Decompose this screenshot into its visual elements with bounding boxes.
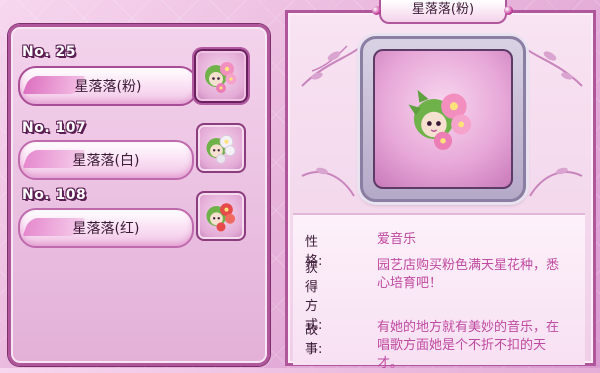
personality-value: 爱音乐 — [377, 232, 417, 247]
flower-sprite-icon — [205, 62, 237, 93]
story-label: 故事: — [305, 323, 323, 357]
list-item-name: 星落落(红) — [72, 221, 140, 237]
detail-title: 星落落(粉) — [379, 0, 507, 24]
obtain-value-line2: 心培育吧！ — [377, 276, 443, 291]
info-box: 性格: 爱音乐 获得方式: 园艺店购买粉色满天星花种，悉 心培育吧！ 故事: 有… — [293, 213, 585, 371]
list-item-xingluoluo-white[interactable]: 星落落(白) — [18, 140, 194, 180]
list-item-xingluoluo-pink[interactable]: 星落落(粉) — [18, 66, 198, 106]
flower-sprite-icon — [206, 203, 236, 232]
list-item-name: 星落落(粉) — [74, 79, 142, 95]
item-number-label: No. 107 — [22, 120, 87, 136]
item-number-label: No. 25 — [22, 44, 77, 60]
thumbnail-red-flower-sprite[interactable] — [196, 191, 246, 241]
list-item-name: 星落落(白) — [72, 153, 140, 169]
thumbnail-pink-flower-sprite[interactable] — [194, 49, 248, 103]
story-value-line3: 才。 — [377, 356, 404, 371]
portrait-background — [373, 49, 513, 189]
flower-sprite-icon — [206, 134, 236, 164]
obtain-value-line1: 园艺店购买粉色满天星花种，悉 — [377, 258, 560, 273]
story-value-line1: 有她的地方就有美妙的音乐，在 — [377, 320, 560, 335]
tab-ornament-left — [372, 6, 381, 15]
story-value-line2: 唱歌方面她是个不折不扣的天 — [377, 338, 547, 353]
portrait-frame — [360, 36, 526, 202]
flower-sprite-portrait — [408, 89, 472, 150]
tab-ornament-right — [504, 6, 513, 15]
thumbnail-white-flower-sprite[interactable] — [196, 123, 246, 173]
list-item-xingluoluo-red[interactable]: 星落落(红) — [18, 208, 194, 248]
item-number-label: No. 108 — [22, 187, 87, 203]
